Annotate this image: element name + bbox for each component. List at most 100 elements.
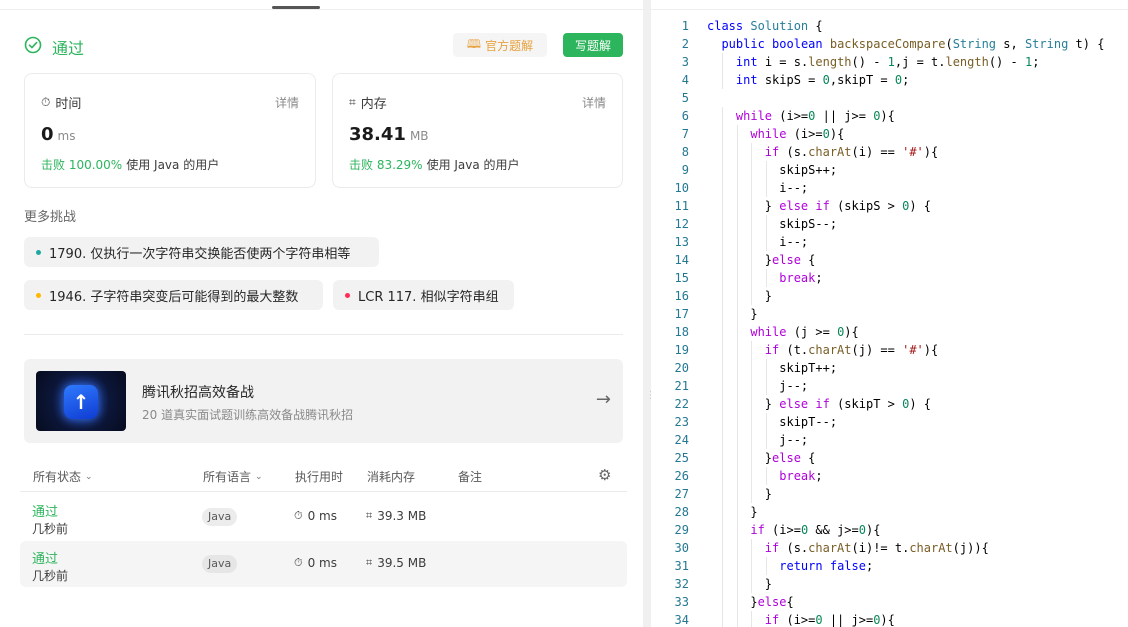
app-root: 通过 🕮 官方题解 写题解 ⏱ 时间 详情 0 ms 击败 100.00% 使用 J… [0,0,1128,627]
code-text[interactable]: skipT--; [707,413,837,431]
code-text[interactable]: }else{ [707,593,793,611]
line-number: 15 [674,271,689,285]
line-number: 32 [674,577,689,591]
code-text[interactable]: } [707,287,772,305]
chip-icon: ⌗ [366,509,373,522]
table-row[interactable]: 通过 几秒前 Java ⏱ 0 ms ⌗ 39.3 MB [20,494,627,540]
code-text[interactable]: while (i>=0 || j>= 0){ [707,107,895,125]
code-text[interactable]: class Solution { [707,17,823,35]
indent-guide [736,269,738,287]
memory-beat-pct: 击败 83.29% [349,158,423,172]
official-solution-button[interactable]: 🕮 官方题解 [453,33,547,57]
code-text[interactable]: while (j >= 0){ [707,323,858,341]
table-row[interactable]: 通过 几秒前 Java ⏱ 0 ms ⌗ 39.5 MB [20,541,627,587]
language-filter-label: 所有语言 [203,470,252,484]
status-filter[interactable]: 所有状态 ⌄ [33,468,93,485]
indent-guide [751,287,753,305]
code-text[interactable]: skipS++; [707,161,837,179]
line-number: 27 [674,487,689,501]
runtime-card-title: ⏱ 时间 [41,93,81,112]
indent-guide [736,467,738,485]
code-line[interactable]: 1 class Solution { [651,17,1128,35]
line-number: 24 [674,433,689,447]
code-line[interactable]: 5 [651,89,1128,107]
line-number: 20 [674,361,689,375]
memory-beat-text: 使用 Java 的用户 [426,158,520,172]
indent-guide [736,449,738,467]
line-number: 9 [681,163,689,177]
row-memory: ⌗ 39.5 MB [366,556,426,570]
code-text[interactable]: skipT++; [707,359,837,377]
write-solution-button[interactable]: 写题解 [563,33,623,57]
difficulty-dot [36,292,41,298]
code-text[interactable]: } [707,305,757,323]
memory-card-title: ⌗ 内存 [349,93,387,112]
promo-banner[interactable]: ↑ 腾讯秋招高效备战 20 道真实面试题训练高效备战腾讯秋招 → [24,359,623,443]
code-editor[interactable]: 1 class Solution {2 public boolean backsp… [651,0,1128,627]
indent-guide [722,161,724,179]
memory-unit: MB [409,129,429,143]
language-filter[interactable]: 所有语言 ⌄ [203,468,263,485]
code-text[interactable]: } [707,503,757,521]
gear-icon[interactable]: ⚙ [598,466,611,484]
indent-guide [722,413,724,431]
indent-guide [722,143,724,161]
challenge-chip[interactable]: LCR 117. 相似字符串组 [333,280,514,310]
code-text[interactable]: while (i>=0){ [707,125,844,143]
chip-icon: ⌗ [366,556,373,569]
indent-guide [736,251,738,269]
challenge-chip[interactable]: 1790. 仅执行一次字符串交换能否使两个字符串相等 [24,237,379,267]
arrow-right-icon[interactable]: → [596,389,611,410]
indent-guide [751,467,753,485]
indent-guide [722,341,724,359]
indent-guide [722,521,724,539]
code-text[interactable]: } else if (skipT > 0) { [707,395,931,413]
indent-guide [765,359,767,377]
runtime-detail-link[interactable]: 详情 [275,94,299,111]
line-number: 25 [674,451,689,465]
code-text[interactable]: skipS--; [707,215,837,233]
indent-guide [736,287,738,305]
book-icon: 🕮 [466,36,482,51]
indent-guide [736,593,738,611]
indent-guide [722,485,724,503]
code-text[interactable]: } [707,575,772,593]
drag-handle-icon[interactable]: ⋮ [646,391,656,408]
code-text[interactable]: if (t.charAt(j) == '#'){ [707,341,938,359]
check-circle-icon [24,36,42,54]
code-text[interactable]: if (s.charAt(i)!= t.charAt(j)){ [707,539,989,557]
indent-guide [722,53,724,71]
indent-guide [736,413,738,431]
indent-guide [751,413,753,431]
code-text[interactable]: public boolean backspaceCompare(String s… [707,35,1104,53]
indent-guide [751,143,753,161]
code-text[interactable]: return false; [707,557,873,575]
row-status[interactable]: 通过 [32,501,58,520]
challenge-chip[interactable]: 1946. 子字符串突变后可能得到的最大整数 [24,280,323,310]
line-number: 23 [674,415,689,429]
indent-guide [722,179,724,197]
line-number: 4 [681,73,689,87]
panel-splitter[interactable] [643,0,651,627]
code-text[interactable]: if (i>=0 || j>=0){ [707,611,895,627]
challenge-label: 1790. 仅执行一次字符串交换能否使两个字符串相等 [49,246,351,262]
row-status[interactable]: 通过 [32,548,58,567]
code-text[interactable]: } [707,485,772,503]
indent-guide [722,251,724,269]
code-text[interactable]: int skipS = 0,skipT = 0; [707,71,909,89]
runtime-unit: ms [57,129,76,143]
code-line[interactable]: 2 public boolean backspaceCompare(String… [651,35,1128,53]
indent-guide [736,539,738,557]
code-text[interactable]: } else if (skipS > 0) { [707,197,931,215]
code-text[interactable]: int i = s.length() - 1,j = t.length() - … [707,53,1040,71]
indent-guide [722,323,724,341]
code-text[interactable]: if (s.charAt(i) == '#'){ [707,143,938,161]
line-number: 30 [674,541,689,555]
indent-guide [736,485,738,503]
indent-guide [722,125,724,143]
row-memory-value: 39.3 MB [377,509,427,523]
code-text[interactable]: if (i>=0 && j>=0){ [707,521,880,539]
line-number: 21 [674,379,689,393]
memory-detail-link[interactable]: 详情 [582,94,606,111]
memory-header: 消耗内存 [367,470,416,484]
